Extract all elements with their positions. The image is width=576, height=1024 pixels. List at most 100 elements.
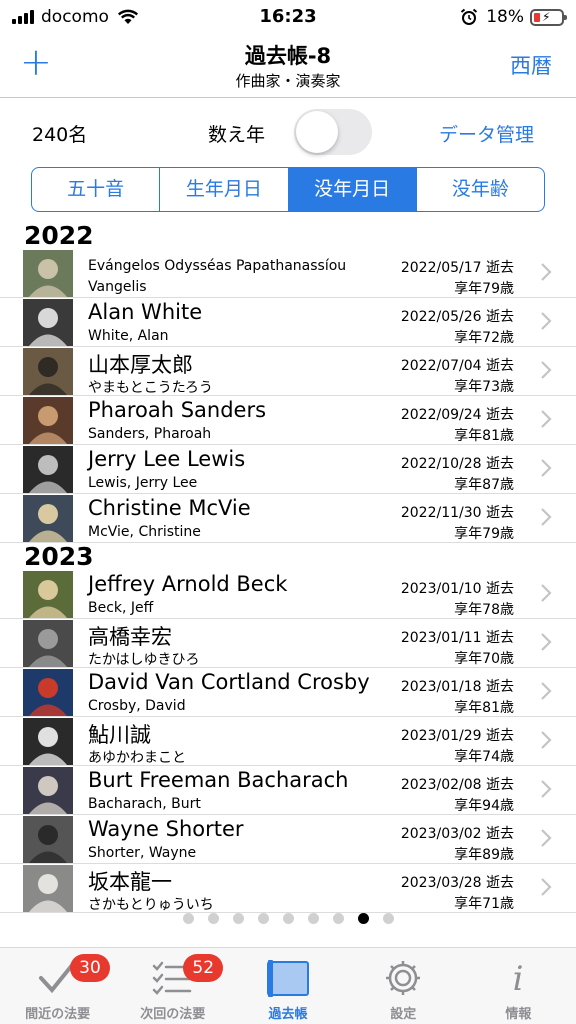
age-at-death: 享年87歳 bbox=[454, 477, 514, 493]
tab-label: 情報 bbox=[505, 1007, 532, 1022]
page-dot[interactable] bbox=[382, 913, 394, 924]
list-item[interactable]: 鮎川誠 あゆかわまこと 2023/01/29 逝去 享年74歳 bbox=[0, 717, 576, 766]
list-item[interactable]: Evángelos Odysséas Papathanassíou Vangeli… bbox=[0, 249, 576, 298]
portrait-thumbnail bbox=[23, 495, 73, 542]
person-name: 坂本龍一 bbox=[88, 870, 172, 894]
age-at-death: 享年74歳 bbox=[454, 749, 514, 765]
list-item[interactable]: Alan White White, Alan 2022/05/26 逝去 享年72歳 bbox=[0, 298, 576, 347]
chevron-right-icon bbox=[541, 508, 552, 526]
chevron-right-icon bbox=[541, 682, 552, 700]
section-year: 2022 bbox=[24, 221, 94, 250]
page-dot[interactable] bbox=[182, 913, 194, 924]
person-name: Christine McVie bbox=[88, 496, 251, 520]
era-toggle-button[interactable]: 西暦 bbox=[510, 50, 552, 80]
segment-1[interactable]: 五十音 bbox=[32, 168, 161, 211]
avatar bbox=[23, 495, 73, 542]
page-dot[interactable] bbox=[257, 913, 269, 924]
badge-count: 52 bbox=[183, 954, 224, 982]
navigation-bar: + 過去帳-8 作曲家・演奏家 西暦 bbox=[0, 34, 576, 98]
tab-label: 次回の法要 bbox=[140, 1007, 206, 1022]
badge-count: 30 bbox=[70, 954, 110, 982]
avatar bbox=[23, 718, 73, 765]
toggle-knob bbox=[296, 111, 338, 153]
person-name: Alan White bbox=[88, 300, 203, 324]
tab-1[interactable]: 間近の法要 30 bbox=[0, 948, 115, 1024]
segment-3[interactable]: 没年月日 bbox=[288, 168, 417, 211]
portrait-thumbnail bbox=[23, 620, 73, 667]
age-at-death: 享年79歳 bbox=[454, 526, 514, 542]
chevron-right-icon bbox=[541, 312, 552, 330]
deceased-list: 2022 Evángelos Odysséas Papathanassíou Van… bbox=[0, 222, 576, 913]
list-item[interactable]: 坂本龍一 さかもとりゅういち 2023/03/28 逝去 享年71歳 bbox=[0, 864, 576, 913]
age-at-death: 享年72歳 bbox=[454, 330, 514, 346]
avatar bbox=[23, 446, 73, 493]
person-reading: Beck, Jeff bbox=[88, 600, 154, 616]
list-item[interactable]: Jeffrey Arnold Beck Beck, Jeff 2023/01/10 … bbox=[0, 570, 576, 619]
controls-row: 240名 数え年 データ管理 bbox=[0, 98, 576, 166]
avatar bbox=[23, 767, 73, 814]
list-item[interactable]: Burt Freeman Bacharach Bacharach, Burt 202… bbox=[0, 766, 576, 815]
tab-bar: 間近の法要 30 次回の法要 52 過去帳 設定 i 情報 bbox=[0, 947, 576, 1024]
tab-4[interactable]: 設定 bbox=[346, 948, 461, 1024]
person-count: 240名 bbox=[32, 124, 88, 146]
age-at-death: 享年94歳 bbox=[454, 798, 514, 814]
page-dot[interactable] bbox=[282, 913, 294, 924]
avatar bbox=[23, 299, 73, 346]
death-date: 2022/05/17 逝去 bbox=[400, 260, 514, 276]
portrait-thumbnail bbox=[23, 718, 73, 765]
death-date: 2023/02/08 逝去 bbox=[400, 777, 514, 793]
list-item[interactable]: Pharoah Sanders Sanders, Pharoah 2022/09/2… bbox=[0, 396, 576, 445]
avatar bbox=[23, 250, 73, 297]
data-management-button[interactable]: データ管理 bbox=[439, 120, 534, 147]
segment-2[interactable]: 生年月日 bbox=[160, 168, 289, 211]
list-item[interactable]: 山本厚太郎 やまもとこうたろう 2022/07/04 逝去 享年73歳 bbox=[0, 347, 576, 396]
death-date: 2023/01/11 逝去 bbox=[400, 630, 514, 646]
person-name: Jerry Lee Lewis bbox=[88, 447, 246, 471]
list-item[interactable]: Jerry Lee Lewis Lewis, Jerry Lee 2022/10/2… bbox=[0, 445, 576, 494]
avatar bbox=[23, 865, 73, 912]
age-at-death: 享年81歳 bbox=[454, 700, 514, 716]
portrait-thumbnail bbox=[23, 446, 73, 493]
death-date: 2023/03/28 逝去 bbox=[400, 875, 514, 891]
death-date: 2023/01/10 逝去 bbox=[400, 581, 514, 597]
avatar bbox=[23, 816, 73, 863]
page-dot[interactable] bbox=[357, 913, 369, 924]
person-reading: McVie, Christine bbox=[88, 524, 201, 540]
list-item[interactable]: Christine McVie McVie, Christine 2022/11/3… bbox=[0, 494, 576, 543]
age-at-death: 享年79歳 bbox=[454, 281, 514, 297]
list-item[interactable]: David Van Cortland Crosby Crosby, David 20… bbox=[0, 668, 576, 717]
age-at-death: 享年73歳 bbox=[454, 379, 514, 395]
book-icon bbox=[265, 958, 311, 998]
chevron-right-icon bbox=[541, 731, 552, 749]
portrait-thumbnail bbox=[23, 348, 73, 395]
portrait-thumbnail bbox=[23, 397, 73, 444]
page-subtitle: 作曲家・演奏家 bbox=[235, 72, 341, 90]
section-year: 2023 bbox=[24, 542, 94, 571]
page-dot[interactable] bbox=[232, 913, 244, 924]
person-reading: Lewis, Jerry Lee bbox=[88, 475, 198, 491]
segment-4[interactable]: 没年齢 bbox=[417, 168, 544, 211]
tab-3[interactable]: 過去帳 bbox=[230, 948, 345, 1024]
avatar bbox=[23, 571, 73, 618]
age-at-death: 享年71歳 bbox=[454, 896, 514, 912]
list-item[interactable]: Wayne Shorter Shorter, Wayne 2023/03/02 逝去… bbox=[0, 815, 576, 864]
person-name: Burt Freeman Bacharach bbox=[88, 768, 349, 792]
person-reading: Bacharach, Burt bbox=[88, 796, 201, 812]
avatar bbox=[23, 669, 73, 716]
age-at-death: 享年89歳 bbox=[454, 847, 514, 863]
page-indicator[interactable] bbox=[0, 913, 576, 924]
chevron-right-icon bbox=[541, 410, 552, 428]
person-reading: Shorter, Wayne bbox=[88, 845, 197, 861]
page-dot[interactable] bbox=[307, 913, 319, 924]
portrait-thumbnail bbox=[23, 865, 73, 912]
battery-percent: 18% bbox=[486, 7, 524, 27]
kazoe-toggle[interactable] bbox=[294, 109, 372, 155]
tab-5[interactable]: i 情報 bbox=[461, 948, 576, 1024]
death-date: 2023/03/02 逝去 bbox=[400, 826, 514, 842]
tab-2[interactable]: 次回の法要 52 bbox=[115, 948, 230, 1024]
chevron-right-icon bbox=[541, 459, 552, 477]
page-dot[interactable] bbox=[207, 913, 219, 924]
death-date: 2022/09/24 逝去 bbox=[400, 407, 514, 423]
page-dot[interactable] bbox=[332, 913, 344, 924]
list-item[interactable]: 高橋幸宏 たかはしゆきひろ 2023/01/11 逝去 享年70歳 bbox=[0, 619, 576, 668]
